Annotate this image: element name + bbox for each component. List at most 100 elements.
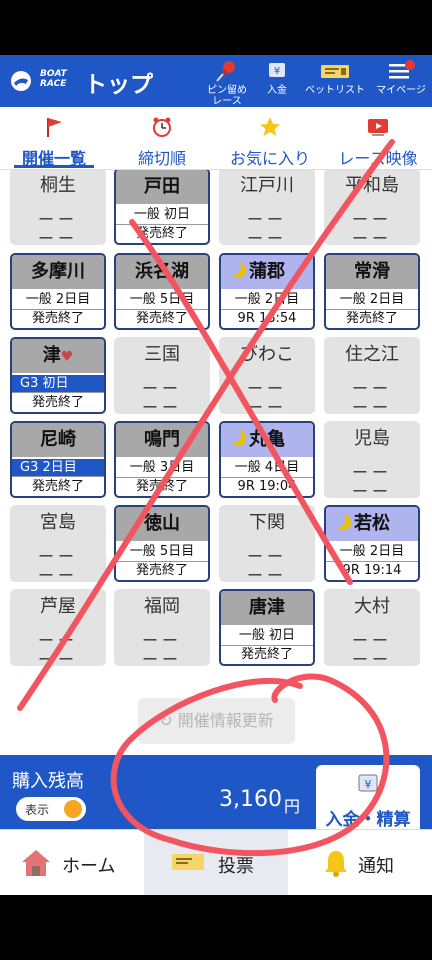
balance-label: 購入残高 xyxy=(12,771,84,792)
venue-empty-marker: ーー xyxy=(351,650,392,666)
venue-status: 発売終了 xyxy=(31,479,84,494)
venue-card[interactable]: 常滑 一般 2日目 発売終了 xyxy=(324,253,420,330)
venue-empty-marker: ーー xyxy=(351,398,392,414)
pin-icon xyxy=(216,61,235,82)
venue-card[interactable]: 桐生 ーー ーー xyxy=(10,170,106,245)
nav-notifications-label: 通知 xyxy=(358,856,394,877)
venue-card[interactable]: 蒲郡 一般 2日目 9R 18:54 xyxy=(219,253,315,330)
venue-card[interactable]: 児島 ーー ーー xyxy=(324,421,420,498)
venue-card[interactable]: 尼崎 G3 2日目 発売終了 xyxy=(10,421,106,498)
venue-card[interactable]: 大村 ーー ーー xyxy=(324,589,420,666)
venue-name-text: 津 xyxy=(42,345,61,366)
header-deposit-label: 入金 xyxy=(267,85,287,96)
venue-name-text: 浜名湖 xyxy=(135,261,189,282)
venue-card[interactable]: 若松 一般 2日目 9R 19:14 xyxy=(324,505,420,582)
nav-notifications[interactable]: 通知 xyxy=(288,830,432,895)
venue-name: 住之江 xyxy=(324,337,420,373)
refresh-button[interactable]: ↻ 開催情報更新 xyxy=(138,698,295,744)
venue-card[interactable]: 浜名湖 一般 5日目 発売終了 xyxy=(114,253,210,330)
venue-grade-day: 一般 2日目 xyxy=(326,291,418,310)
venue-name-text: 福岡 xyxy=(144,596,180,617)
moon-icon xyxy=(225,259,241,275)
betlist-icon xyxy=(321,65,349,78)
venue-card[interactable]: 宮島 ーー ーー xyxy=(10,505,106,582)
venue-grade-day: 一般 5日目 xyxy=(116,291,208,310)
venue-card[interactable]: 芦屋 ーー ーー xyxy=(10,589,106,666)
venue-card[interactable]: 多摩川 一般 2日目 発売終了 xyxy=(10,253,106,330)
venue-name-text: 常滑 xyxy=(354,261,390,282)
venue-name-text: 丸亀 xyxy=(249,429,285,450)
boatrace-logo[interactable]: BOAT RACE xyxy=(10,67,70,95)
header-deposit-button[interactable]: ¥ 入金 xyxy=(258,59,296,96)
deposit-settle-label: 入金・精算 xyxy=(325,810,411,830)
pin-race-button[interactable]: ピン留め レース xyxy=(200,59,254,107)
venue-name: 大村 xyxy=(324,589,420,625)
venue-name: 津♥ xyxy=(12,339,104,373)
venue-name: 児島 xyxy=(324,421,420,457)
nav-home[interactable]: ホーム xyxy=(0,830,144,895)
tab-race-video[interactable]: レース映像 xyxy=(324,107,432,169)
venue-grade-day: 一般 2日目 xyxy=(221,291,313,310)
venue-name: 戸田 xyxy=(116,170,208,204)
venue-card[interactable]: 三国 ーー ーー xyxy=(114,337,210,414)
flag-icon xyxy=(47,118,62,137)
venue-name: 芦屋 xyxy=(10,589,106,625)
tab-bar: 開催一覧 締切順 お気に入り レース映像 xyxy=(0,107,432,170)
venue-card[interactable]: 下関 ーー ーー xyxy=(219,505,315,582)
venue-empty-marker: ーー xyxy=(37,566,78,582)
page-title: トップ xyxy=(84,72,153,98)
venue-name: 浜名湖 xyxy=(116,255,208,289)
bell-icon xyxy=(325,851,347,877)
venue-status: 9R 19:04 xyxy=(237,479,297,494)
venue-card[interactable]: 唐津 一般 初日 発売終了 xyxy=(219,589,315,666)
venue-card[interactable]: 福岡 ーー ーー xyxy=(114,589,210,666)
tab-deadline-order[interactable]: 締切順 xyxy=(108,107,216,169)
bottom-nav: ホーム 投票 通知 xyxy=(0,829,432,895)
balance-bar: 購入残高 表示 3,160 円 ¥ 入金・精算 xyxy=(0,755,432,830)
nav-vote[interactable]: 投票 xyxy=(144,830,288,895)
venue-name: 鳴門 xyxy=(116,423,208,457)
ticket-icon xyxy=(172,854,204,870)
venue-card[interactable]: 鳴門 一般 3日目 発売終了 xyxy=(114,421,210,498)
balance-unit: 円 xyxy=(284,797,301,816)
venue-card[interactable]: 住之江 ーー ーー xyxy=(324,337,420,414)
nav-vote-label: 投票 xyxy=(218,856,254,877)
balance-visibility-toggle[interactable]: 表示 xyxy=(16,797,86,821)
alarm-clock-icon xyxy=(153,117,171,137)
venue-grade-day: 一般 2日目 xyxy=(326,543,418,562)
tab-venue-list[interactable]: 開催一覧 xyxy=(0,107,108,169)
venue-name: 下関 xyxy=(219,505,315,541)
venue-empty-marker: ーー xyxy=(37,650,78,666)
venue-name-text: 児島 xyxy=(354,428,390,449)
venue-name-text: 蒲郡 xyxy=(249,261,285,282)
venue-name-text: 大村 xyxy=(354,596,390,617)
venue-grade-day: G3 初日 xyxy=(12,375,104,393)
deposit-settle-button[interactable]: ¥ 入金・精算 xyxy=(316,765,420,830)
tab-favorites[interactable]: お気に入り xyxy=(216,107,324,169)
deposit-settle-icon: ¥ xyxy=(358,774,378,792)
moon-icon xyxy=(330,511,346,527)
venue-card[interactable]: 津♥ G3 初日 発売終了 xyxy=(10,337,106,414)
venue-name-text: 三国 xyxy=(144,344,180,365)
video-icon xyxy=(368,119,388,136)
venue-grade-day: G3 2日目 xyxy=(12,459,104,477)
betlist-button[interactable]: ベットリスト xyxy=(300,59,370,96)
venue-card[interactable]: 江戸川 ーー ーー xyxy=(219,170,315,245)
venue-name: 唐津 xyxy=(221,591,313,625)
mypage-button[interactable]: マイページ xyxy=(372,59,430,96)
tab-active-underline xyxy=(14,165,94,168)
venue-card[interactable]: 丸亀 一般 4日目 9R 19:04 xyxy=(219,421,315,498)
venue-status: 発売終了 xyxy=(240,647,293,662)
venue-status: 発売終了 xyxy=(135,479,188,494)
venue-card[interactable]: 平和島 ーー ーー xyxy=(324,170,420,245)
venue-name-text: 芦屋 xyxy=(40,596,76,617)
venue-grade-day: 一般 初日 xyxy=(116,206,208,225)
toggle-knob xyxy=(64,800,82,818)
venue-card[interactable]: 徳山 一般 5日目 発売終了 xyxy=(114,505,210,582)
tab-label: レース映像 xyxy=(338,149,418,168)
venue-card[interactable]: 戸田 一般 初日 発売終了 xyxy=(114,170,210,245)
venue-card[interactable]: びわこ ーー ーー xyxy=(219,337,315,414)
notification-dot-icon xyxy=(405,60,415,70)
toggle-label: 表示 xyxy=(25,803,50,817)
balance-amount: 3,160 xyxy=(219,787,282,812)
